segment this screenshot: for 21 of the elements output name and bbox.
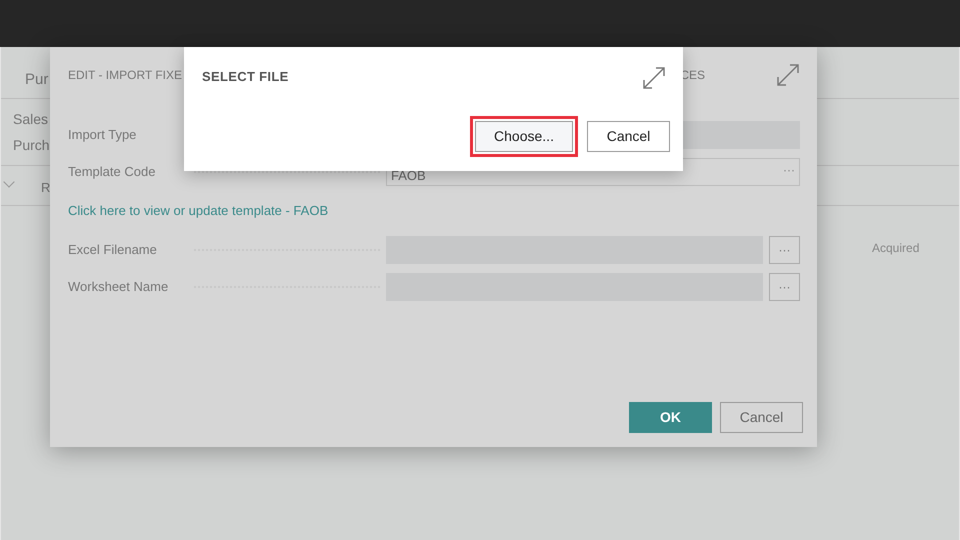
page-tab[interactable]: Pur bbox=[25, 69, 48, 92]
page-text: Purch bbox=[13, 136, 50, 155]
dialog-title: EDIT - IMPORT FIXE bbox=[68, 67, 182, 84]
assist-button[interactable]: ··· bbox=[769, 272, 800, 300]
page-text: Sales bbox=[13, 110, 48, 129]
dialog-title: SELECT FILE bbox=[202, 68, 289, 86]
table-cell-text: Acquired bbox=[872, 240, 920, 257]
expand-icon[interactable] bbox=[777, 64, 799, 86]
field-label: Template Code bbox=[68, 163, 156, 182]
assist-button[interactable]: ··· bbox=[769, 236, 800, 264]
column-header[interactable]: R bbox=[41, 178, 50, 198]
choose-button[interactable]: Choose... bbox=[470, 116, 578, 157]
cancel-button[interactable]: Cancel bbox=[720, 402, 803, 433]
cancel-button[interactable]: Cancel bbox=[587, 121, 670, 152]
field-label: Excel Filename bbox=[68, 240, 158, 259]
field-label: Worksheet Name bbox=[68, 278, 170, 296]
lookup-button[interactable]: ··· bbox=[783, 164, 795, 176]
expand-icon[interactable] bbox=[643, 67, 665, 89]
ok-button[interactable]: OK bbox=[629, 402, 712, 433]
field-label: Import Type bbox=[68, 126, 138, 144]
template-link[interactable]: Click here to view or update template - FAOB bbox=[68, 201, 328, 220]
